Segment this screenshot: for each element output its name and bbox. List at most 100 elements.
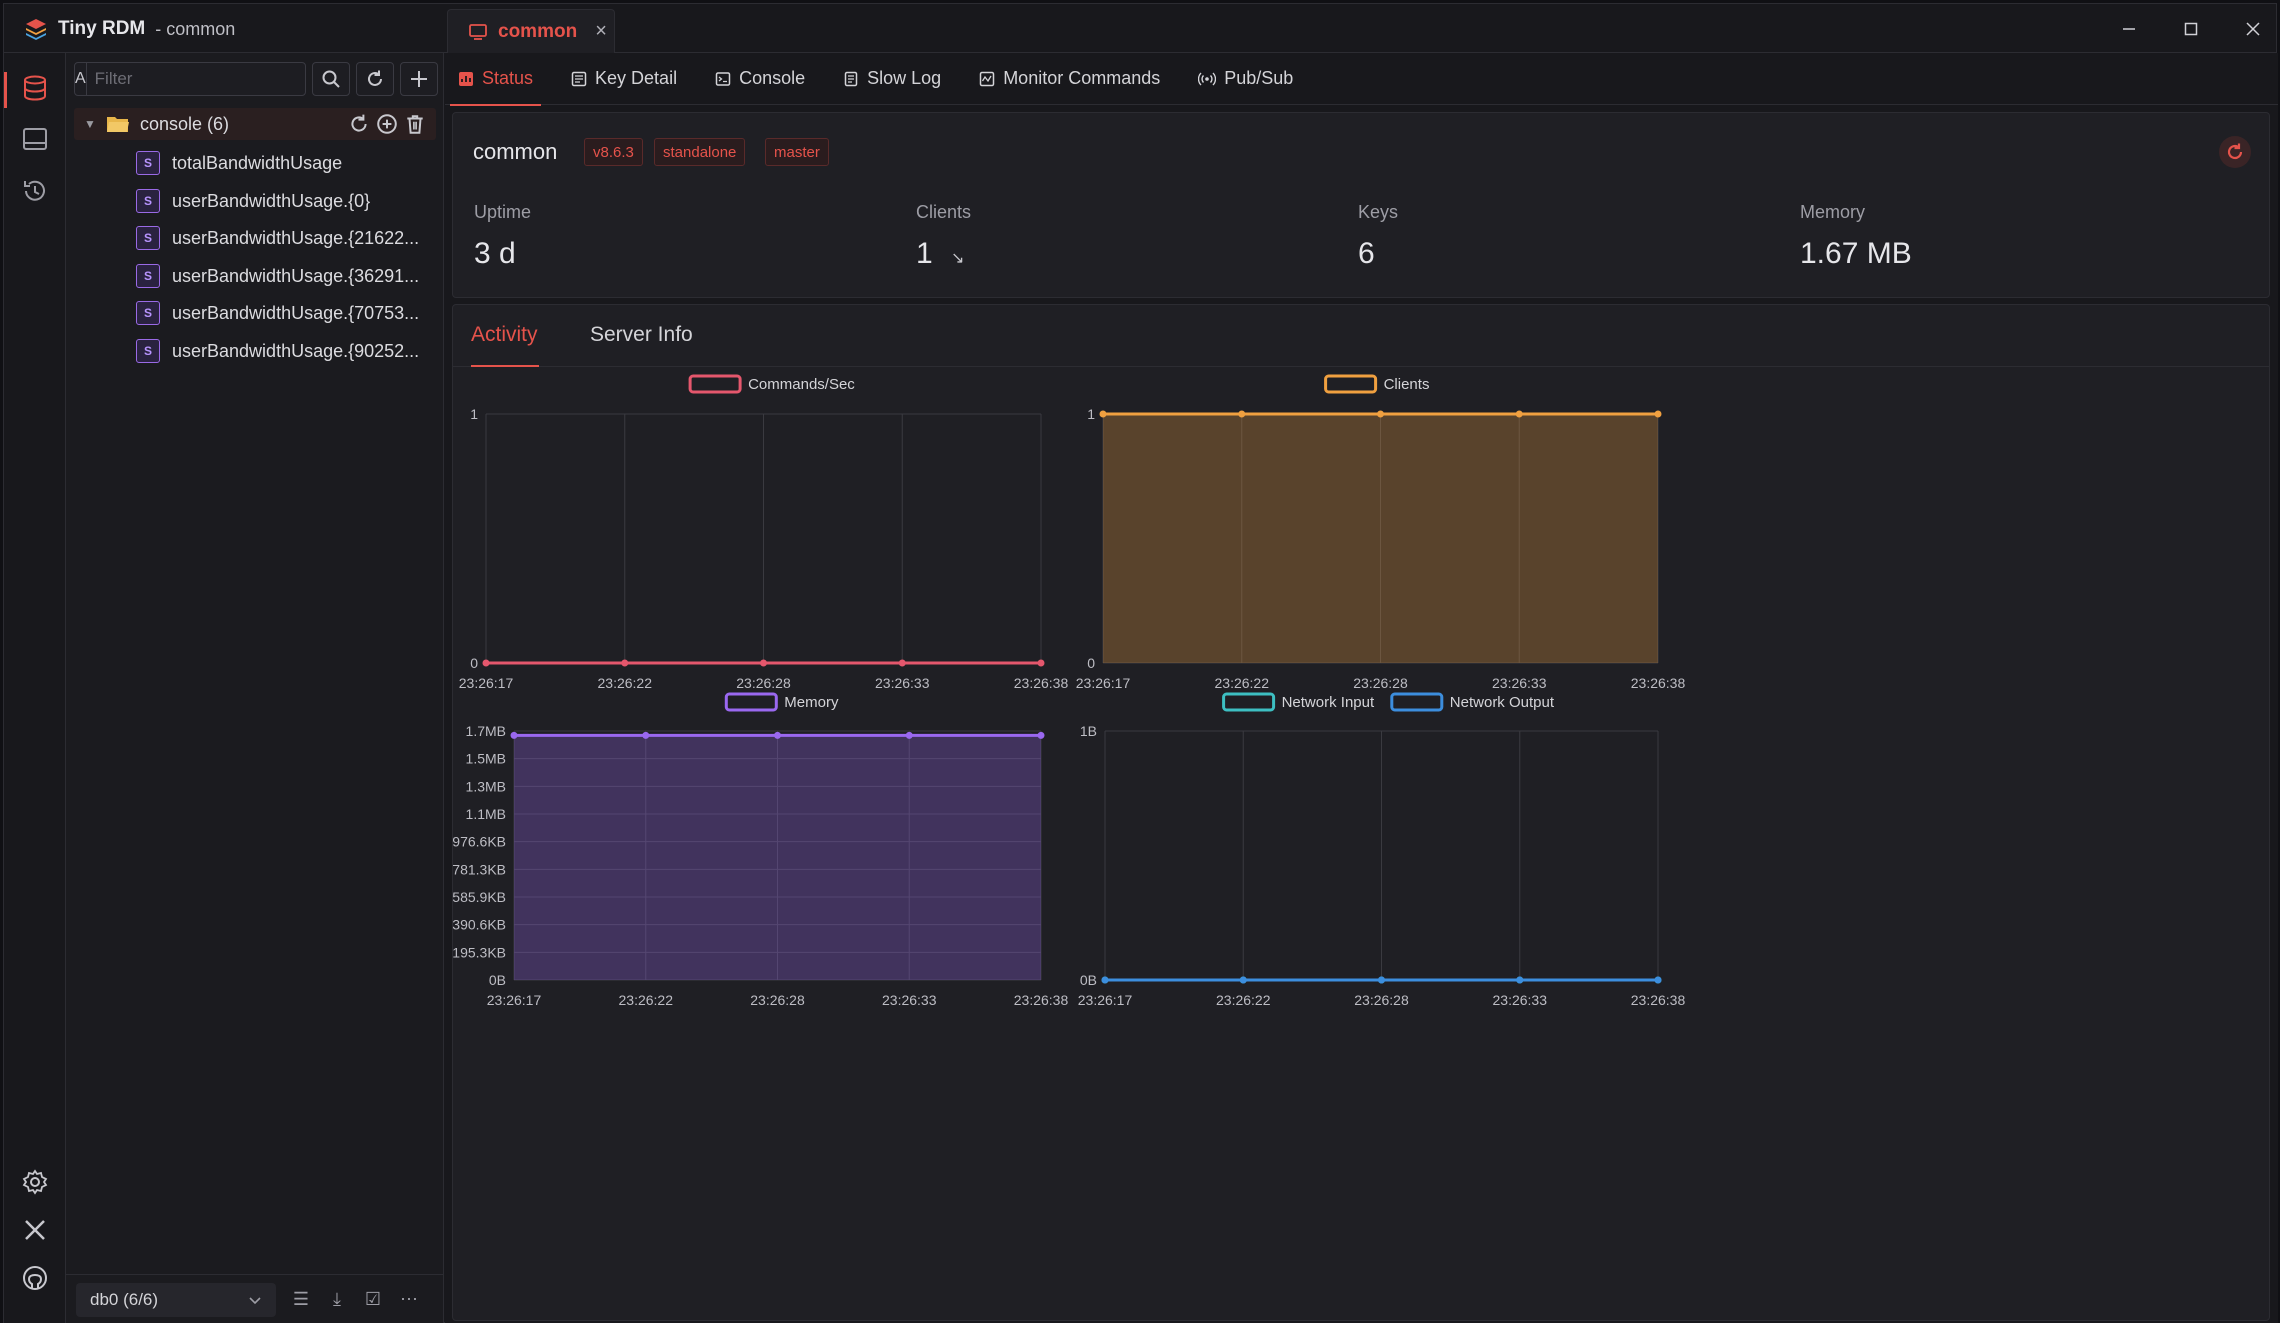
github-link-button[interactable] (19, 1262, 51, 1294)
stat-label: Clients (916, 202, 972, 222)
history-icon (24, 180, 45, 201)
tab-label: Slow Log (867, 68, 942, 88)
stat-keys: Keys 6 (1358, 202, 1398, 271)
expand-caret-icon[interactable]: ▼ (78, 117, 102, 131)
reload-folder-icon[interactable] (348, 113, 370, 135)
data-point (510, 731, 518, 739)
data-point (1099, 410, 1107, 418)
string-type-badge: S (136, 189, 160, 213)
key-item[interactable]: S userBandwidthUsage.{90252... (136, 336, 419, 366)
minimize-button[interactable] (2114, 16, 2144, 42)
y-tick-label: 1 (470, 406, 478, 422)
data-point (1654, 410, 1662, 418)
type-filter-button[interactable]: A (75, 63, 87, 95)
reload-button[interactable] (356, 62, 394, 96)
activity-card: Activity Server Info 0 1 23:26:17 23:26:22 2… (452, 304, 2270, 1321)
stat-value-row: 1 ↘ (916, 237, 971, 271)
key-item[interactable]: S userBandwidthUsage.{70753... (136, 298, 419, 328)
data-point (1101, 976, 1109, 984)
trash-icon[interactable] (404, 113, 426, 135)
server-summary-card: common v8.6.3 standalone master Uptime 3… (452, 112, 2270, 298)
x-tick-label: 23:26:22 (598, 675, 653, 691)
string-type-badge: S (136, 226, 160, 250)
add-circle-icon[interactable] (376, 113, 398, 135)
server-icon (469, 23, 487, 40)
y-tick-label: 1.1MB (466, 806, 506, 822)
tab-monitor-commands[interactable]: Monitor Commands (979, 53, 1160, 105)
sort-icon[interactable]: ☰ (290, 1289, 312, 1310)
app-logo-icon (26, 19, 46, 40)
connections-nav-button[interactable] (19, 123, 51, 155)
db-select[interactable]: db0 (6/6) (76, 1282, 276, 1317)
key-item[interactable]: S userBandwidthUsage.{36291... (136, 261, 419, 291)
plus-icon (411, 71, 427, 87)
maximize-button[interactable] (2176, 16, 2206, 42)
folder-label: console (6) (140, 113, 230, 134)
check-icon[interactable]: ☑ (362, 1289, 384, 1310)
browser-nav-button[interactable] (19, 72, 51, 104)
close-tab-icon[interactable]: × (595, 20, 607, 43)
x-tick-label: 23:26:22 (619, 992, 674, 1008)
tab-pub-sub[interactable]: Pub/Sub (1198, 53, 1293, 105)
x-logo-icon (25, 1220, 45, 1240)
more-icon[interactable]: ⋯ (398, 1289, 420, 1310)
history-nav-button[interactable] (19, 175, 51, 207)
refresh-icon (368, 70, 382, 86)
activity-tabs: Activity Server Info (453, 305, 2269, 367)
search-button[interactable] (312, 62, 350, 96)
import-icon[interactable]: ⤓ (326, 1289, 348, 1310)
x-tick-label: 23:26:33 (875, 675, 930, 691)
auto-refresh-button[interactable] (2219, 136, 2251, 168)
tab-activity[interactable]: Activity (471, 323, 538, 347)
github-icon (23, 1266, 47, 1290)
db-bar: db0 (6/6) ☰ ⤓ ☑ ⋯ (66, 1274, 443, 1323)
tab-slow-log[interactable]: Slow Log (843, 53, 941, 105)
stat-value: 3 d (474, 237, 516, 270)
trend-icon: ↘ (951, 250, 965, 267)
tab-common[interactable]: common × (447, 9, 615, 53)
close-window-button[interactable] (2238, 16, 2268, 42)
key-sidebar: A A̲ ▼ console (6) (66, 53, 444, 1323)
key-item[interactable]: S userBandwidthUsage.{21622... (136, 223, 419, 253)
data-point (760, 659, 767, 667)
close-icon (2246, 22, 2260, 36)
tree-folder-console[interactable]: ▼ console (6) (74, 108, 436, 140)
folder-open-icon (107, 117, 129, 132)
server-name: common (473, 139, 558, 164)
data-point (642, 731, 650, 739)
activity-charts: 0 1 23:26:17 23:26:22 23:26:28 23:26:33 23:26:… (453, 374, 1686, 1008)
tab-status[interactable]: Status (449, 53, 542, 106)
string-type-badge: S (136, 339, 160, 363)
log-icon (844, 71, 858, 86)
string-type-badge: S (136, 151, 160, 175)
filter-input[interactable] (86, 69, 316, 89)
data-point (621, 659, 629, 667)
settings-button[interactable] (19, 1166, 51, 1198)
data-point (482, 659, 490, 667)
key-item[interactable]: S totalBandwidthUsage (136, 148, 342, 178)
refresh-icon (2227, 143, 2243, 160)
title-bar: Tiny RDM - common common × (4, 4, 2276, 53)
x-tick-label: 23:26:38 (1631, 992, 1686, 1008)
data-point (905, 731, 913, 739)
version-tag: v8.6.3 (584, 138, 643, 166)
x-link-button[interactable] (19, 1214, 51, 1246)
x-tick-label: 23:26:17 (1078, 992, 1133, 1008)
tab-label: Console (739, 68, 806, 88)
tab-console[interactable]: Console (715, 53, 805, 105)
series-area (514, 735, 1041, 980)
main-panel: Status Key Detail Console Slow Log Monit… (445, 53, 2278, 1323)
add-key-button[interactable] (400, 62, 438, 96)
y-tick-label: 781.3KB (453, 861, 506, 877)
mode-tag: standalone (654, 138, 746, 166)
data-point (1654, 976, 1662, 984)
key-label: userBandwidthUsage.{70753... (172, 302, 420, 323)
key-item[interactable]: S userBandwidthUsage.{0} (136, 186, 370, 216)
tab-key-detail[interactable]: Key Detail (571, 53, 677, 105)
active-tab-underline (471, 365, 539, 367)
data-point (1515, 410, 1523, 418)
x-tick-label: 23:26:22 (1216, 992, 1271, 1008)
x-tick-label: 23:26:38 (1631, 675, 1686, 691)
tab-server-info[interactable]: Server Info (590, 323, 693, 347)
key-label: totalBandwidthUsage (172, 152, 343, 173)
